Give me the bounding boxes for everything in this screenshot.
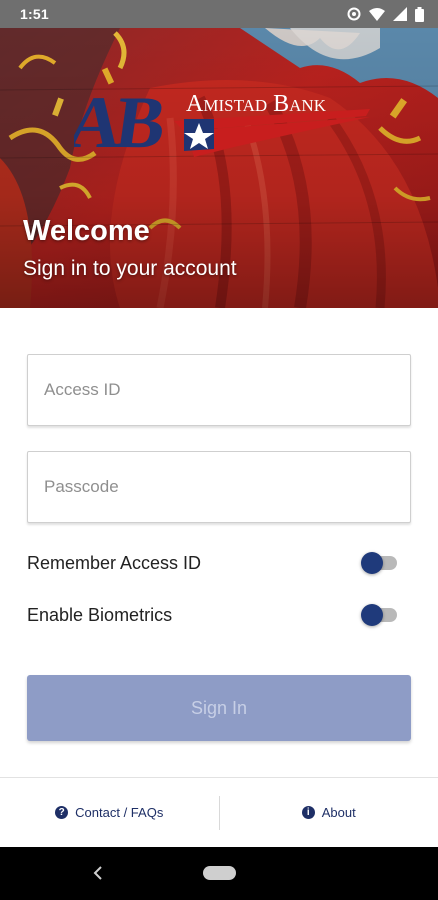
enable-biometrics-label: Enable Biometrics [27,604,173,625]
remember-access-id-label: Remember Access ID [27,552,202,573]
remember-access-id-toggle[interactable] [361,551,401,575]
system-nav-bar [0,847,438,900]
logo-monogram: AB [74,83,169,164]
back-icon[interactable] [89,863,107,883]
logo-text: Amistad Bank [186,91,327,117]
status-icons [347,6,424,22]
status-bar: 1:51 [0,0,438,28]
remember-access-id-row: Remember Access ID [27,548,411,578]
battery-icon [415,6,424,22]
enable-biometrics-row: Enable Biometrics [27,600,411,630]
info-circle-icon: i [301,806,315,819]
footer-bar: ? Contact / FAQs i About [0,777,438,847]
about-label: About [321,805,356,820]
wifi-icon [369,7,385,21]
contact-faqs-label: Contact / FAQs [75,805,164,820]
welcome-subtitle: Sign in to your account [23,257,237,280]
welcome-title: Welcome [23,215,150,247]
passcode-input[interactable] [27,451,411,523]
help-circle-icon: ? [55,806,69,819]
signal-icon [393,7,407,21]
contact-faqs-link[interactable]: ? Contact / FAQs [0,778,219,847]
enable-biometrics-toggle[interactable] [361,603,401,627]
hero-banner: AB Amistad Bank Welcome Sign in to your … [0,28,438,308]
data-saver-icon [347,7,361,21]
access-id-input[interactable] [27,354,411,426]
sign-in-button[interactable]: Sign In [27,675,411,741]
toggle-thumb [361,604,383,626]
status-time: 1:51 [20,6,49,22]
amistad-bank-logo: AB Amistad Bank [74,83,370,164]
toggle-thumb [361,552,383,574]
about-link[interactable]: i About [220,778,438,847]
login-screen: 1:51 AB Amistad Bank Welcome Sign in to … [0,0,438,900]
home-pill[interactable] [203,866,236,880]
